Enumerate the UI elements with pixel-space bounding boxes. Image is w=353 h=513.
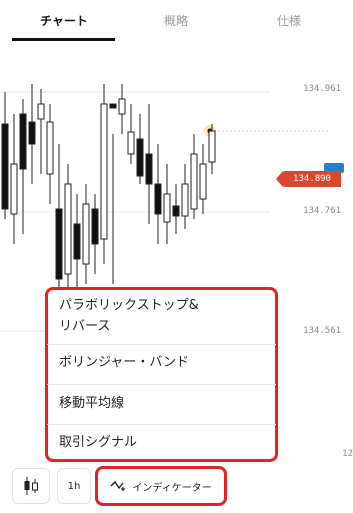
menu-item-label: 取引シグナル bbox=[59, 435, 138, 450]
indicator-line-icon bbox=[110, 480, 126, 491]
tab-chart[interactable]: チャート bbox=[40, 12, 88, 29]
chart-toolbar: 1h インディケーター bbox=[0, 464, 353, 513]
divider bbox=[47, 424, 276, 425]
interval-label: 1h bbox=[67, 480, 81, 492]
candle-body bbox=[136, 138, 144, 177]
candle-body bbox=[109, 103, 117, 109]
candle-body bbox=[37, 103, 45, 120]
menu-item-parabolic-sar[interactable]: パラボリックストップ& リバース bbox=[47, 291, 276, 346]
indicator-menu: パラボリックストップ& リバース ボリンジャー・バンド 移動平均線 取引シグナル bbox=[45, 287, 278, 462]
candle-body bbox=[145, 153, 153, 185]
candle-body bbox=[91, 208, 99, 245]
candle-body bbox=[118, 98, 126, 115]
price-axis-label: 134.561 bbox=[303, 326, 341, 336]
chart-type-button[interactable] bbox=[12, 468, 50, 504]
menu-item-label: リバース bbox=[59, 319, 111, 334]
candle-body bbox=[1, 123, 9, 210]
price-axis-label: 134.961 bbox=[303, 84, 341, 94]
candle-body bbox=[172, 205, 180, 217]
menu-item-moving-average[interactable]: 移動平均線 bbox=[47, 393, 276, 414]
indicators-button[interactable]: インディケーター bbox=[95, 466, 227, 506]
candle-body bbox=[100, 103, 108, 240]
menu-item-label: 移動平均線 bbox=[59, 396, 125, 411]
candle-body bbox=[46, 121, 54, 175]
candle-body bbox=[190, 153, 198, 210]
tab-overview[interactable]: 概略 bbox=[164, 12, 188, 29]
tab-specifications[interactable]: 仕様 bbox=[277, 12, 301, 29]
menu-item-label: パラボリックストップ& bbox=[59, 298, 199, 313]
menu-item-label: ボリンジャー・バンド bbox=[59, 355, 190, 370]
divider bbox=[47, 344, 276, 345]
menu-item-bollinger-bands[interactable]: ボリンジャー・バンド bbox=[47, 352, 276, 373]
candlestick-icon bbox=[24, 477, 38, 495]
candles-group bbox=[1, 84, 216, 304]
menu-item-trading-signals[interactable]: 取引シグナル bbox=[47, 432, 276, 453]
candle-body bbox=[163, 193, 171, 223]
candle-body bbox=[181, 183, 189, 217]
candle-body bbox=[82, 203, 90, 265]
candle-body bbox=[199, 163, 207, 200]
price-axis-label-partial: 12 bbox=[342, 449, 353, 459]
candle-body bbox=[73, 223, 81, 260]
candle-body bbox=[127, 131, 135, 155]
price-axis-label: 134.761 bbox=[303, 206, 341, 216]
candle-body bbox=[64, 183, 72, 275]
indicators-label: インディケーター bbox=[132, 482, 212, 494]
candle-body bbox=[154, 183, 162, 215]
interval-button[interactable]: 1h bbox=[57, 468, 91, 504]
divider bbox=[47, 384, 276, 385]
active-tab-indicator bbox=[12, 38, 115, 41]
candle-body bbox=[208, 130, 216, 163]
current-price-badge: 134.890 bbox=[276, 171, 341, 187]
candle-body bbox=[28, 121, 36, 145]
candle-body bbox=[10, 163, 18, 215]
candle-body bbox=[55, 208, 63, 280]
candle-body bbox=[19, 113, 27, 170]
tab-bar: チャート 概略 仕様 bbox=[0, 0, 353, 44]
